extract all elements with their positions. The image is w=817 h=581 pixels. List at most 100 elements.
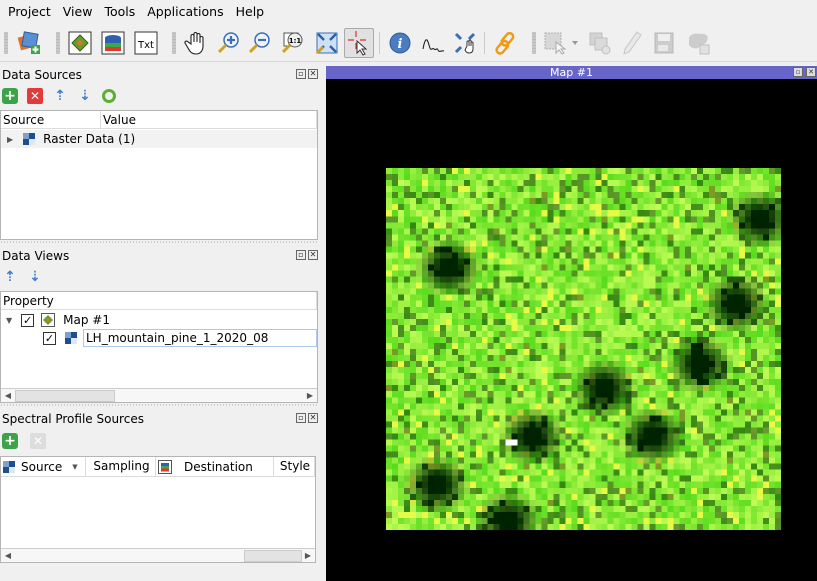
menu-help[interactable]: Help (230, 4, 271, 19)
menu-applications[interactable]: Applications (141, 4, 229, 19)
zoom-full-extent-button[interactable] (312, 28, 342, 58)
collapse-arrow-icon[interactable]: ▼ (6, 316, 12, 325)
column-style[interactable]: Style (274, 457, 315, 476)
add-source-button[interactable]: + (2, 88, 18, 104)
tree-item[interactable]: ▶ Raster Data (1) (1, 130, 317, 148)
collapse-all-button[interactable]: ⇡ (2, 269, 18, 285)
column-value[interactable]: Value (101, 111, 317, 128)
scroll-left-arrow[interactable]: ◀ (1, 389, 15, 402)
map-label: Map #1 (63, 313, 110, 327)
toggle-editing-button[interactable] (617, 28, 647, 58)
zoom-in-button[interactable] (214, 28, 244, 58)
menu-tools[interactable]: Tools (98, 4, 141, 19)
close-map-button[interactable]: ✕ (806, 67, 816, 77)
expand-all-button[interactable]: ⇣ (77, 88, 93, 104)
main-splitter[interactable] (322, 62, 326, 581)
map-window[interactable]: Map #1 ▫ ✕ (326, 66, 817, 581)
spectral-sources-table[interactable]: Source ▼ Sampling Destination Style ◀ ▶ (0, 456, 316, 563)
spectral-sources-dock-header: Spectral Profile Sources ▫ ✕ (0, 410, 318, 428)
select-features-button[interactable] (541, 28, 571, 58)
remove-source-button[interactable]: ✕ (27, 88, 43, 104)
spectral-library-icon (158, 459, 172, 474)
move-to-center-button[interactable] (450, 28, 480, 58)
zoom-1-1-icon: 1:1 (281, 32, 303, 54)
horizontal-scrollbar[interactable]: ◀ ▶ (1, 388, 317, 402)
tree-item-map[interactable]: ▼ ✓ Map #1 (1, 311, 317, 329)
new-map-view-button[interactable] (65, 28, 95, 58)
column-source-label: Source (21, 459, 63, 474)
close-dock-button[interactable]: ✕ (308, 413, 318, 423)
chevron-down-icon[interactable] (572, 41, 578, 45)
new-text-view-button[interactable]: Txt (131, 28, 161, 58)
link-icon (495, 31, 515, 55)
sort-dropdown-icon[interactable]: ▼ (72, 458, 77, 476)
dock-splitter[interactable] (0, 403, 318, 407)
float-dock-button[interactable]: ▫ (296, 413, 306, 423)
scrollbar-thumb[interactable] (15, 390, 115, 402)
scroll-right-arrow[interactable]: ▶ (301, 549, 315, 562)
qgis-import-button[interactable] (102, 89, 116, 103)
text-view-icon: Txt (134, 31, 158, 55)
crosshair-cursor-icon (348, 31, 368, 56)
add-profile-source-button[interactable]: + (2, 433, 18, 449)
save-edits-button[interactable] (650, 28, 680, 58)
dock-splitter[interactable] (0, 240, 318, 244)
remove-profile-source-button[interactable]: ✕ (30, 433, 46, 449)
map-visibility-checkbox[interactable]: ✓ (21, 313, 35, 327)
svg-text:1:1: 1:1 (289, 37, 302, 45)
data-sources-toolbar: + ✕ ⇡ ⇣ (2, 86, 116, 106)
select-map-location-button[interactable] (344, 28, 374, 58)
data-views-title: Data Views (2, 249, 70, 263)
zoom-native-resolution-button[interactable]: 1:1 (278, 28, 308, 58)
float-dock-button[interactable]: ▫ (296, 250, 306, 260)
column-destination[interactable]: Destination (156, 457, 274, 476)
close-dock-button[interactable]: ✕ (308, 250, 318, 260)
expand-all-button[interactable]: ⇣ (27, 269, 43, 285)
toolbar-grip[interactable] (4, 32, 8, 54)
float-dock-button[interactable]: ▫ (296, 69, 306, 79)
zoom-out-button[interactable] (245, 28, 275, 58)
link-maps-button[interactable] (491, 28, 521, 58)
raster-layer-image[interactable] (386, 168, 781, 530)
toolbar-grip[interactable] (172, 32, 176, 54)
toolbar-separator (379, 32, 380, 54)
spectral-library-icon (101, 31, 125, 55)
tree-header: Property (1, 292, 317, 310)
column-source[interactable]: Source ▼ (1, 457, 86, 476)
close-dock-button[interactable]: ✕ (308, 69, 318, 79)
layer-label: LH_mountain_pine_1_2020_08 (83, 329, 317, 347)
toolbar-grip[interactable] (56, 32, 60, 54)
profile-icon (422, 39, 445, 52)
spectral-profile-button[interactable] (418, 28, 448, 58)
raster-icon (3, 460, 15, 473)
column-source[interactable]: Source (1, 111, 101, 128)
map-title-bar[interactable]: Map #1 ▫ ✕ (326, 66, 817, 79)
data-sources-dock-header: Data Sources ▫ ✕ (0, 66, 318, 84)
scroll-left-arrow[interactable]: ◀ (1, 549, 15, 562)
data-views-tree[interactable]: Property ▼ ✓ Map #1 ✓ LH_mountain_pine_1… (0, 291, 318, 403)
tree-item-layer[interactable]: ✓ LH_mountain_pine_1_2020_08 (1, 329, 317, 347)
data-sources-tree[interactable]: Source Value ▶ Raster Data (1) (0, 110, 318, 240)
scroll-right-arrow[interactable]: ▶ (303, 389, 317, 402)
float-map-button[interactable]: ▫ (793, 67, 803, 77)
pan-button[interactable] (181, 28, 211, 58)
deselect-icon (589, 32, 611, 55)
identify-button[interactable]: i (385, 28, 415, 58)
menu-view[interactable]: View (57, 4, 99, 19)
table-header: Source ▼ Sampling Destination Style (1, 457, 315, 477)
add-feature-button[interactable] (684, 28, 714, 58)
deselect-features-button[interactable] (585, 28, 615, 58)
horizontal-scrollbar[interactable]: ◀ ▶ (1, 548, 315, 562)
column-property[interactable]: Property (1, 292, 317, 309)
map-view-icon (41, 313, 56, 327)
add-data-source-button[interactable] (14, 28, 44, 58)
toolbar-grip[interactable] (532, 32, 536, 54)
zoom-out-icon (248, 32, 270, 54)
new-spectral-library-view-button[interactable] (98, 28, 128, 58)
menu-project[interactable]: Project (2, 4, 57, 19)
column-sampling[interactable]: Sampling (86, 457, 156, 476)
layer-visibility-checkbox[interactable]: ✓ (43, 331, 56, 345)
expand-arrow-icon[interactable]: ▶ (7, 135, 13, 144)
scrollbar-thumb[interactable] (244, 550, 302, 562)
collapse-all-button[interactable]: ⇡ (52, 88, 68, 104)
